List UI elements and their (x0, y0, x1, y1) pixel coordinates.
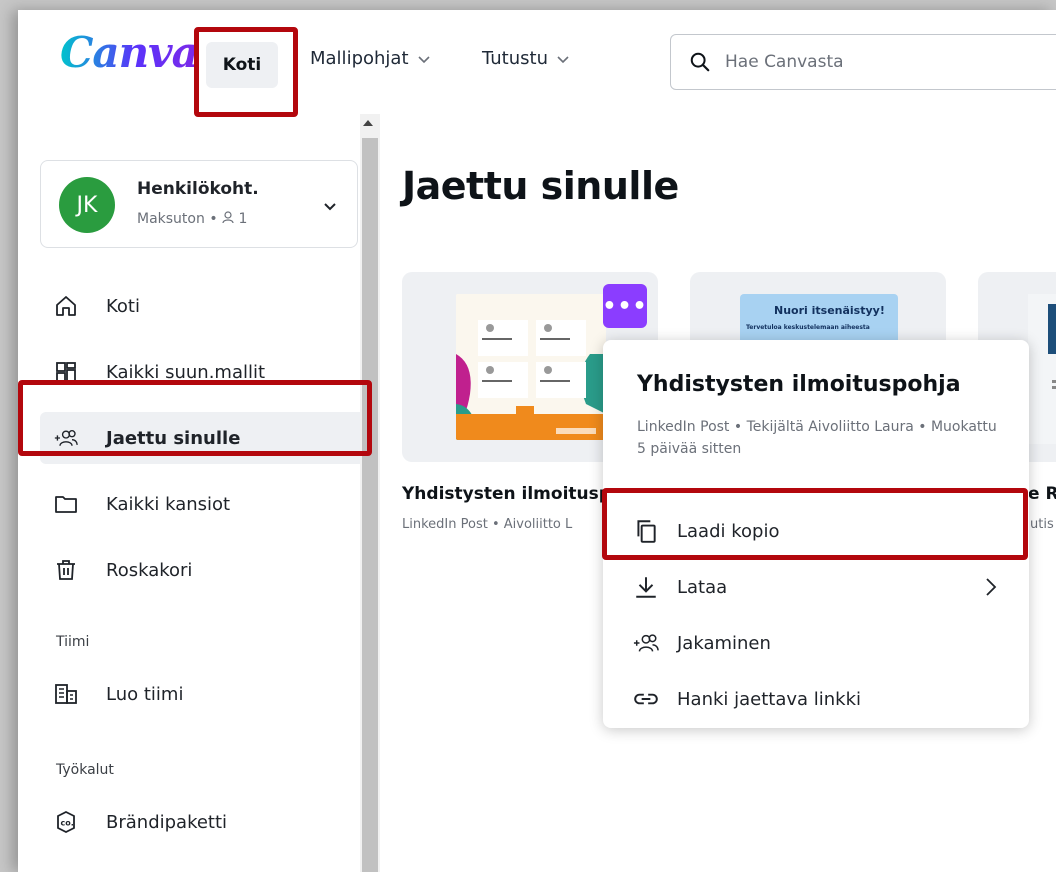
menu-item-label: Lataa (677, 576, 728, 598)
menu-item-label: Jakaminen (677, 632, 771, 654)
tools-section-heading: Työkalut (56, 762, 114, 778)
menu-item-get-share-link[interactable]: Hanki jaettava linkki (621, 672, 1015, 726)
top-header: Canva Koti Mallipohjat Tutustu (18, 10, 1056, 114)
share-people-icon (621, 630, 671, 656)
menu-item-sharing[interactable]: Jakaminen (621, 616, 1015, 670)
app-window: Canva Koti Mallipohjat Tutustu JK Henkil… (18, 10, 1056, 872)
svg-text:co.: co. (61, 819, 74, 828)
canva-logo[interactable]: Canva (60, 28, 199, 77)
trash-icon (40, 558, 86, 582)
folder-icon (40, 492, 86, 516)
menu-item-make-copy[interactable]: Laadi kopio (621, 504, 1015, 558)
menu-item-label: Laadi kopio (677, 520, 780, 542)
copy-icon (621, 518, 671, 544)
menu-item-download[interactable]: Lataa (621, 560, 1015, 614)
sidebar-item-label: Koti (106, 295, 140, 317)
nav-templates-label: Mallipohjat (310, 48, 409, 69)
sidebar-item-trash[interactable]: Roskakori (40, 544, 370, 596)
nav-templates-menu[interactable]: Mallipohjat (310, 48, 431, 69)
nav-home-button[interactable]: Koti (206, 42, 278, 88)
sidebar-item-home[interactable]: Koti (40, 280, 370, 332)
link-icon (621, 686, 671, 712)
design-preview-text: Tervetuloa keskustelemaan aiheesta (746, 324, 870, 331)
nav-discover-label: Tutustu (482, 48, 548, 69)
home-icon (40, 294, 86, 318)
menu-design-title: Yhdistysten ilmoituspohja (637, 372, 961, 397)
chevron-down-icon (557, 55, 569, 63)
share-people-icon (40, 426, 86, 450)
search-box[interactable] (670, 34, 1056, 90)
nav-discover-menu[interactable]: Tutustu (482, 48, 570, 69)
design-preview (1028, 294, 1056, 444)
design-card-title[interactable]: Yhdistysten ilmoitusp (402, 484, 611, 504)
account-switcher[interactable]: JK Henkilökoht. Maksuton • 1 (40, 160, 358, 248)
sidebar-item-label: Brändipaketti (106, 811, 228, 833)
brand-kit-icon: co. (40, 810, 86, 834)
design-preview (456, 294, 606, 440)
sidebar-item-create-team[interactable]: Luo tiimi (40, 668, 370, 720)
account-members: 1 (238, 211, 248, 227)
design-preview-heading: Nuori itsenäistyy! (774, 304, 885, 317)
sidebar-item-all-designs[interactable]: Kaikki suun.mallit (40, 346, 370, 398)
design-card-title[interactable]: e R (1028, 484, 1056, 504)
sidebar-scroll-thumb[interactable] (362, 138, 378, 872)
grid-icon (40, 360, 86, 384)
scroll-up-arrow-icon[interactable] (363, 120, 373, 126)
design-preview-graphic (1028, 294, 1056, 444)
page-title: Jaettu sinulle (402, 164, 679, 208)
more-options-button[interactable]: ••• (602, 284, 647, 328)
account-plan-line: Maksuton • 1 (137, 211, 247, 227)
building-icon (40, 682, 86, 706)
chevron-down-icon (417, 55, 430, 63)
account-plan: Maksuton (137, 211, 205, 227)
sidebar-item-label: Jaettu sinulle (106, 427, 241, 449)
search-icon (690, 52, 710, 72)
sidebar-item-label: Roskakori (106, 559, 193, 581)
download-icon (621, 574, 671, 600)
chevron-down-icon (324, 203, 336, 211)
design-context-menu: Yhdistysten ilmoituspohja LinkedIn Post … (603, 340, 1029, 728)
chevron-right-icon (986, 578, 997, 596)
design-card-subtitle: LinkedIn Post • Aivoliitto L (402, 517, 573, 532)
sidebar-item-label: Luo tiimi (106, 683, 184, 705)
person-icon (222, 211, 234, 224)
separator-dot: • (209, 211, 223, 227)
sidebar: JK Henkilökoht. Maksuton • 1 Koti Kaikki… (18, 114, 370, 872)
design-preview-graphic (456, 294, 606, 440)
team-section-heading: Tiimi (56, 634, 90, 650)
account-name: Henkilökoht. (137, 179, 259, 199)
sidebar-item-all-folders[interactable]: Kaikki kansiot (40, 478, 370, 530)
sidebar-item-brand-kit[interactable]: co. Brändipaketti (40, 796, 370, 848)
menu-item-label: Hanki jaettava linkki (677, 688, 862, 710)
sidebar-item-label: Kaikki suun.mallit (106, 361, 266, 383)
design-card-subtitle: utis (1030, 517, 1054, 532)
menu-design-meta: LinkedIn Post • Tekijältä Aivoliitto Lau… (637, 419, 997, 457)
avatar: JK (59, 177, 115, 233)
search-input[interactable] (725, 52, 985, 72)
sidebar-item-label: Kaikki kansiot (106, 493, 231, 515)
sidebar-item-shared-with-you[interactable]: Jaettu sinulle (40, 412, 370, 464)
